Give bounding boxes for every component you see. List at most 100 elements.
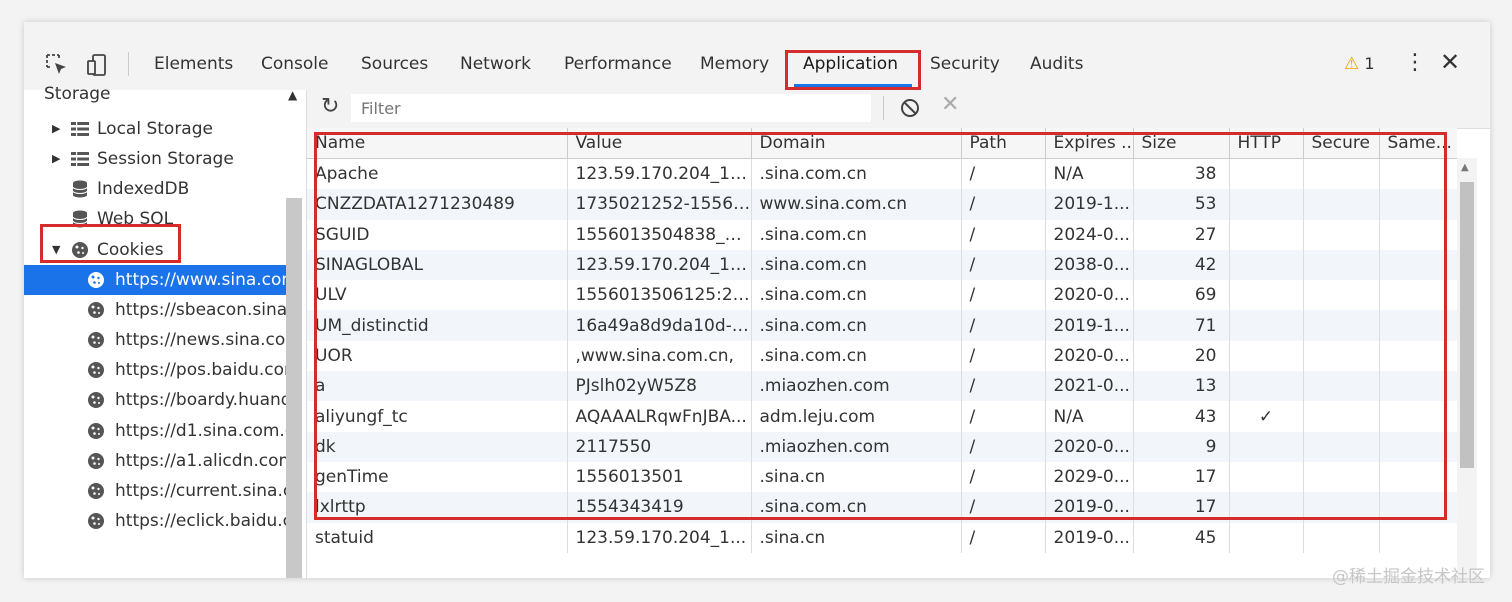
column-header-value[interactable]: Value bbox=[567, 128, 752, 159]
sidebar-scrollbar[interactable] bbox=[286, 198, 302, 578]
column-header-name[interactable]: Name bbox=[307, 128, 568, 159]
cell-expires: N/A bbox=[1045, 158, 1134, 190]
column-header-http[interactable]: HTTP bbox=[1229, 128, 1304, 159]
tab-performance[interactable]: Performance bbox=[564, 54, 672, 74]
cell-size: 69 bbox=[1133, 280, 1230, 311]
cell-size: 20 bbox=[1133, 340, 1230, 372]
table-row[interactable]: ULV 1556013506125:2:2... .sina.com.cn/2020… bbox=[307, 280, 1457, 311]
collapse-arrow-icon[interactable]: ▲ bbox=[288, 88, 297, 102]
cell-size: 38 bbox=[1133, 158, 1230, 190]
tab-application[interactable]: Application bbox=[803, 54, 898, 74]
cookie-site-item[interactable]: https://sbeacon.sina.com.cn bbox=[24, 295, 286, 325]
expand-arrow-icon: ▶ bbox=[52, 152, 61, 165]
tab-network[interactable]: Network bbox=[460, 54, 531, 74]
scroll-up-arrow-icon[interactable]: ▲ bbox=[1461, 162, 1469, 173]
cell-path: / bbox=[961, 492, 1046, 523]
sidebar-item-indexeddb[interactable]: IndexedDB bbox=[24, 174, 286, 204]
column-header-secure[interactable]: Secure bbox=[1303, 128, 1380, 159]
cell-secure bbox=[1303, 158, 1380, 190]
cookie-site-item[interactable]: https://news.sina.com.cn bbox=[24, 325, 286, 355]
cell-value: 123.59.170.204_155... bbox=[567, 158, 752, 190]
cell-samesite bbox=[1379, 461, 1457, 493]
cookie-site-item[interactable]: https://pos.baidu.com bbox=[24, 355, 286, 385]
cell-http bbox=[1229, 280, 1304, 311]
table-scrollbar-thumb[interactable] bbox=[1460, 182, 1474, 468]
cookie-site-item[interactable]: https://www.sina.com.cn bbox=[24, 265, 286, 295]
column-header-size[interactable]: Size bbox=[1133, 128, 1230, 159]
table-row[interactable]: dk 2117550 .miaozhen.com/2020-0... 9 bbox=[307, 431, 1457, 462]
sidebar-item-session-storage[interactable]: ▶ Session Storage bbox=[24, 144, 286, 174]
cell-name: UOR bbox=[307, 340, 568, 372]
cell-domain: www.sina.com.cn bbox=[751, 189, 962, 220]
table-row[interactable]: SINAGLOBAL 123.59.170.204_155... .sina.com… bbox=[307, 249, 1457, 281]
cookie-site-item[interactable]: https://a1.alicdn.com bbox=[24, 446, 286, 476]
column-header-path[interactable]: Path bbox=[961, 128, 1046, 159]
cookie-site-item[interactable]: https://current.sina.com.cn bbox=[24, 476, 286, 506]
cookie-site-item[interactable]: https://eclick.baidu.com bbox=[24, 506, 286, 536]
warnings-counter[interactable]: ⚠ 1 bbox=[1344, 54, 1375, 74]
cell-name: genTime bbox=[307, 461, 568, 493]
cell-value: 1556013501 bbox=[567, 461, 752, 493]
column-header-expires[interactable]: Expires ... bbox=[1045, 128, 1134, 159]
sidebar-item-web-sql[interactable]: Web SQL bbox=[24, 204, 286, 234]
sidebar-item-label: Web SQL bbox=[97, 209, 174, 229]
cell-samesite bbox=[1379, 219, 1457, 250]
table-row[interactable]: CNZZDATA1271230489 1735021252-15560... www… bbox=[307, 189, 1457, 220]
tab-sources[interactable]: Sources bbox=[361, 54, 428, 74]
cell-expires: 2020-0... bbox=[1045, 340, 1134, 372]
cell-samesite bbox=[1379, 492, 1457, 523]
table-row[interactable]: UOR ,www.sina.com.cn, .sina.com.cn/2020-0.… bbox=[307, 340, 1457, 372]
table-row[interactable]: SGUID 1556013504838_66... .sina.com.cn/202… bbox=[307, 219, 1457, 250]
cell-domain: .miaozhen.com bbox=[751, 431, 962, 462]
cell-size: 53 bbox=[1133, 189, 1230, 220]
cell-samesite bbox=[1379, 310, 1457, 341]
column-header-samesite[interactable]: Same... bbox=[1379, 128, 1457, 159]
cell-expires: 2020-0... bbox=[1045, 280, 1134, 311]
close-icon[interactable]: ✕ bbox=[1440, 48, 1460, 76]
cell-domain: .sina.com.cn bbox=[751, 249, 962, 281]
database-icon bbox=[72, 180, 88, 198]
more-options-icon[interactable]: ⋮ bbox=[1404, 50, 1426, 75]
cell-http bbox=[1229, 158, 1304, 190]
table-row[interactable]: aliyungf_tc AQAAALRqwFnJBA... adm.leju.com… bbox=[307, 401, 1457, 432]
cell-domain: adm.leju.com bbox=[751, 401, 962, 432]
tab-audits[interactable]: Audits bbox=[1030, 54, 1083, 74]
tab-elements[interactable]: Elements bbox=[154, 54, 233, 74]
cookie-icon bbox=[88, 453, 104, 469]
cookie-table: Name Value Domain Path Expires ... Size … bbox=[307, 128, 1457, 553]
application-sidebar: Storage ▲ ▶ Local Storage ▶ Session Stor… bbox=[24, 84, 307, 578]
tab-console[interactable]: Console bbox=[261, 54, 329, 74]
table-row[interactable]: UM_distinctid 16a49a8d9da10d-0... .sina.co… bbox=[307, 310, 1457, 341]
table-row[interactable]: genTime 1556013501 .sina.cn/2029-0... 17 bbox=[307, 461, 1457, 493]
cell-secure bbox=[1303, 219, 1380, 250]
cell-http bbox=[1229, 249, 1304, 281]
sidebar-item-cookies[interactable]: ▼ Cookies bbox=[24, 235, 286, 265]
tab-security[interactable]: Security bbox=[930, 54, 1000, 74]
table-row[interactable]: statuid 123.59.170.204_1... .sina.cn/2019-… bbox=[307, 522, 1457, 553]
inspect-element-icon[interactable] bbox=[44, 52, 70, 78]
table-row[interactable]: lxlrttp 1554343419 .sina.com.cn/2019-0... 1… bbox=[307, 492, 1457, 523]
table-row[interactable]: Apache 123.59.170.204_155... .sina.com.cn /… bbox=[307, 158, 1457, 190]
cell-expires: N/A bbox=[1045, 401, 1134, 432]
refresh-icon[interactable]: ↻ bbox=[321, 94, 339, 119]
cookie-site-item[interactable]: https://d1.sina.com.cn bbox=[24, 416, 286, 446]
delete-selected-icon[interactable]: ✕ bbox=[941, 92, 959, 117]
column-header-domain[interactable]: Domain bbox=[751, 128, 962, 159]
cell-http bbox=[1229, 431, 1304, 462]
cookie-table-container: Name Value Domain Path Expires ... Size … bbox=[307, 128, 1457, 578]
device-toolbar-icon[interactable] bbox=[84, 52, 110, 78]
cell-http bbox=[1229, 461, 1304, 493]
table-row[interactable]: a PJslh02yW5Z8 .miaozhen.com/2021-0... 13 bbox=[307, 371, 1457, 402]
clear-all-icon[interactable] bbox=[899, 97, 921, 119]
sidebar-item-label: Local Storage bbox=[97, 119, 213, 139]
sidebar-item-local-storage[interactable]: ▶ Local Storage bbox=[24, 114, 286, 144]
cell-path: / bbox=[961, 371, 1046, 402]
cookie-site-item[interactable]: https://boardy.huanqiu.com bbox=[24, 385, 286, 415]
cell-name: lxlrttp bbox=[307, 492, 568, 523]
cell-secure bbox=[1303, 461, 1380, 493]
cell-domain: .miaozhen.com bbox=[751, 371, 962, 402]
filter-input[interactable] bbox=[351, 94, 871, 122]
cell-path: / bbox=[961, 280, 1046, 311]
cell-secure bbox=[1303, 492, 1380, 523]
tab-memory[interactable]: Memory bbox=[700, 54, 769, 74]
